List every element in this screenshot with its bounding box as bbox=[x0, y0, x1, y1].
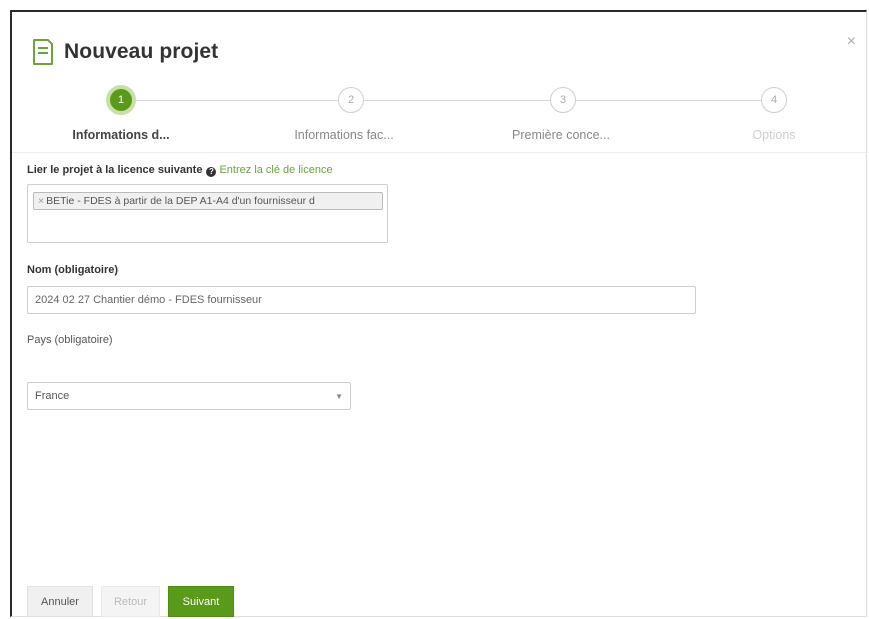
next-button[interactable]: Suivant bbox=[168, 586, 234, 617]
step-3-indicator[interactable]: 3 bbox=[550, 87, 576, 113]
new-project-dialog: × Nouveau projet 1 2 3 4 Informations d.… bbox=[10, 10, 869, 617]
cancel-button[interactable]: Annuler bbox=[27, 586, 93, 617]
step-connector bbox=[576, 100, 761, 101]
step-1-label[interactable]: Informations d... bbox=[72, 128, 169, 142]
country-selected-value: France bbox=[35, 390, 70, 402]
license-tag: × BETie - FDES à partir de la DEP A1-A4 d… bbox=[33, 192, 383, 210]
dialog-title: Nouveau projet bbox=[64, 40, 219, 63]
license-label-row: Lier le projet à la licence suivante? Ent… bbox=[27, 164, 333, 177]
help-icon[interactable]: ? bbox=[206, 167, 217, 177]
step-3-label[interactable]: Première conce... bbox=[512, 128, 610, 142]
close-icon[interactable]: × bbox=[847, 34, 856, 50]
wizard-steps: 1 2 3 4 Informations d... Informations f… bbox=[12, 85, 869, 147]
step-4-indicator[interactable]: 4 bbox=[761, 87, 787, 113]
license-key-link[interactable]: Entrez la clé de licence bbox=[219, 164, 332, 176]
license-multiselect[interactable]: × BETie - FDES à partir de la DEP A1-A4 d… bbox=[27, 184, 388, 243]
name-label-row: Nom (obligatoire) bbox=[27, 264, 118, 276]
step-connector bbox=[364, 100, 550, 101]
remove-tag-icon[interactable]: × bbox=[38, 195, 44, 207]
step-connector bbox=[136, 100, 338, 101]
step-2-label[interactable]: Informations fac... bbox=[294, 128, 393, 142]
step-2-indicator[interactable]: 2 bbox=[338, 87, 364, 113]
chevron-down-icon: ▼ bbox=[335, 391, 343, 401]
document-icon bbox=[33, 39, 53, 65]
name-label: Nom (obligatoire) bbox=[27, 264, 119, 276]
step-4-label[interactable]: Options bbox=[752, 128, 795, 142]
project-name-input[interactable] bbox=[27, 286, 696, 314]
country-select[interactable]: France ▼ bbox=[27, 382, 351, 410]
license-label: Lier le projet à la licence suivante bbox=[27, 164, 203, 176]
license-tag-text: BETie - FDES à partir de la DEP A1-A4 d'… bbox=[46, 195, 315, 207]
back-button[interactable]: Retour bbox=[101, 586, 160, 617]
country-label: Pays (obligatoire) bbox=[27, 334, 113, 346]
step-1-indicator[interactable]: 1 bbox=[106, 85, 136, 115]
header-divider bbox=[12, 152, 869, 153]
dialog-header: Nouveau projet bbox=[32, 38, 218, 66]
